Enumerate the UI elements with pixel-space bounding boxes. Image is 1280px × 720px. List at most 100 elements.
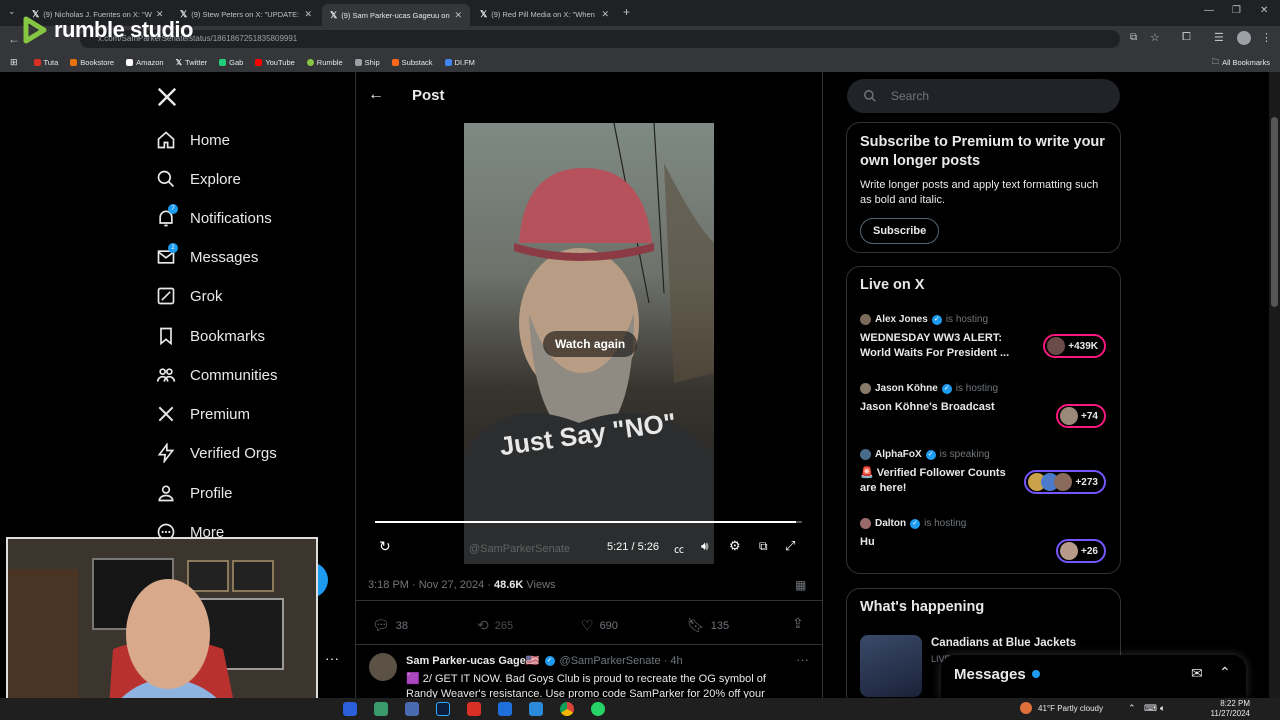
scrollbar-thumb[interactable] xyxy=(1271,117,1278,307)
nav-messages[interactable]: 2 Messages xyxy=(156,243,258,267)
tab-4[interactable]: 𝕏 (9) Red Pill Media on X: "When ✕ xyxy=(472,4,617,24)
host-name: Jason Köhne xyxy=(875,383,938,394)
live-listeners-pill[interactable]: +439K xyxy=(1043,334,1106,358)
minimize-icon[interactable]: — xyxy=(1204,5,1214,16)
account-more-icon[interactable]: ··· xyxy=(325,650,339,666)
live-on-x-card: Live on X Alex Jones ✓ is hosting WEDNESDA… xyxy=(846,266,1121,574)
unread-dot xyxy=(1032,670,1040,678)
like-action[interactable]: ♡ 690 xyxy=(581,617,618,634)
trend-image[interactable] xyxy=(860,635,922,697)
bookmark-gab[interactable]: Gab xyxy=(219,58,243,67)
messages-drawer[interactable]: Messages ✉ ⌃ xyxy=(941,655,1246,698)
repost-action[interactable]: ⟲ 265 xyxy=(477,617,513,634)
x-logo-icon[interactable] xyxy=(156,86,178,108)
bell-icon-wrap: 7 xyxy=(156,204,178,228)
bookmark-difm[interactable]: DI.FM xyxy=(444,58,475,67)
live-listeners-pill[interactable]: +74 xyxy=(1056,404,1106,428)
speaker-icon[interactable]: 🔈︎ xyxy=(1160,703,1165,714)
scrollbar[interactable] xyxy=(1269,72,1280,698)
photoshop-icon[interactable] xyxy=(436,702,450,716)
replay-icon[interactable]: ↻ xyxy=(379,538,391,555)
new-tab-icon[interactable]: + xyxy=(623,5,630,19)
close-icon[interactable]: ✕ xyxy=(454,10,462,21)
maximize-icon[interactable]: ❐ xyxy=(1232,5,1241,16)
bookmark-bookstore[interactable]: Bookstore xyxy=(70,58,114,67)
star-icon[interactable]: ☆ xyxy=(1150,31,1160,44)
app-icon[interactable] xyxy=(374,702,388,716)
bookmark-tuta[interactable]: Tuta xyxy=(33,58,58,67)
app-icon[interactable] xyxy=(529,702,543,716)
nav-verified-orgs[interactable]: Verified Orgs xyxy=(156,443,277,463)
nav-explore[interactable]: Explore xyxy=(156,169,241,189)
bookmark-youtube[interactable]: YouTube xyxy=(255,58,295,67)
nav-home[interactable]: Home xyxy=(156,130,230,150)
browser-menu-icon[interactable]: ⋮ xyxy=(1261,31,1272,44)
difm-icon xyxy=(444,58,452,66)
tab-list-icon[interactable]: ⌄ xyxy=(8,6,16,17)
video-progress-track[interactable] xyxy=(375,521,802,523)
tab-title: (9) Stew Peters on X: "UPDATE: xyxy=(191,9,300,19)
nav-grok[interactable]: Grok xyxy=(156,286,223,306)
rumble-icon xyxy=(306,58,314,66)
live-listeners-pill[interactable]: +26 xyxy=(1056,539,1106,563)
bookmark-ship[interactable]: Ship xyxy=(354,58,380,67)
apps-icon[interactable]: ⊞ xyxy=(10,57,18,68)
tab-3-active[interactable]: 𝕏 (9) Sam Parker-ucas Gageuu on ✕ xyxy=(322,4,470,26)
app-icon[interactable] xyxy=(467,702,481,716)
whatsapp-icon[interactable] xyxy=(591,702,605,716)
weather-text[interactable]: 41°F Partly cloudy xyxy=(1038,704,1103,713)
omnibox[interactable]: x.com/SamParkerSenate/status/18618672518… xyxy=(80,30,1120,48)
more-options-icon[interactable]: ··· xyxy=(796,652,809,667)
profile-avatar-icon[interactable] xyxy=(1237,31,1251,45)
network-icon[interactable]: ⌨ xyxy=(1144,703,1157,714)
pip-icon[interactable]: ⧉ xyxy=(759,539,768,554)
explorer-icon[interactable] xyxy=(343,702,357,716)
nav-premium[interactable]: Premium xyxy=(156,404,250,424)
bookmark-amazon[interactable]: Amazon xyxy=(126,58,164,67)
repost-icon: ⟲ xyxy=(477,617,489,633)
reply-author-name[interactable]: Sam Parker-ucas Gage🇺🇸 xyxy=(406,654,540,667)
bookmark-rumble[interactable]: Rumble xyxy=(306,58,343,67)
window-close-icon[interactable]: ✕ xyxy=(1260,5,1268,16)
bookmark-action[interactable]: 🔖︎ 135 xyxy=(687,617,729,634)
clock[interactable]: 8:22 PM 11/27/2024 xyxy=(1210,699,1250,719)
reading-list-icon[interactable]: ☰ xyxy=(1214,31,1224,44)
subscribe-button[interactable]: Subscribe xyxy=(860,218,940,244)
tab-2[interactable]: 𝕏 (9) Stew Peters on X: "UPDATE: ✕ xyxy=(172,4,320,24)
tray-chevron-icon[interactable]: ⌃ xyxy=(1128,703,1136,714)
app-icon[interactable] xyxy=(498,702,512,716)
search-input[interactable]: Search xyxy=(847,79,1120,113)
live-listeners-pill[interactable]: +273 xyxy=(1024,470,1106,494)
share-icon[interactable]: ⇪ xyxy=(792,615,804,632)
live-row-title: Jason Köhne's Broadcast xyxy=(860,401,995,413)
close-icon[interactable]: ✕ xyxy=(601,9,609,20)
app-icon[interactable] xyxy=(405,702,419,716)
compose-message-icon[interactable]: ✉ xyxy=(1191,665,1203,682)
volume-icon[interactable]: 🔊︎ xyxy=(701,539,709,554)
captions-icon[interactable]: ㏄ xyxy=(674,541,684,556)
watch-again-button[interactable]: Watch again xyxy=(543,331,638,357)
live-host: Dalton ✓ is hosting xyxy=(860,518,1110,529)
cast-icon[interactable]: ⧉ xyxy=(1130,32,1137,43)
live-host: Jason Köhne ✓ is hosting xyxy=(860,383,1110,394)
chrome-icon[interactable] xyxy=(560,702,574,716)
extensions-icon[interactable]: ⧠ xyxy=(1182,31,1191,44)
nav-bookmarks[interactable]: Bookmarks xyxy=(156,326,265,346)
avatar[interactable] xyxy=(369,653,397,681)
back-icon[interactable]: ← xyxy=(8,32,20,46)
settings-gear-icon[interactable]: ⚙ xyxy=(729,538,741,554)
video-player[interactable]: Just Say "NO" Watch again ↻ @SamParkerSe… xyxy=(369,123,810,564)
bookmark-substack[interactable]: Substack xyxy=(391,58,433,67)
reply-action[interactable]: 💬︎ 38 xyxy=(372,617,408,634)
back-arrow-icon[interactable]: ← xyxy=(368,86,384,104)
nav-communities[interactable]: Communities xyxy=(156,365,278,385)
expand-chevron-icon[interactable]: ⌃ xyxy=(1219,664,1231,681)
all-bookmarks[interactable]: 🗀 All Bookmarks xyxy=(1212,56,1270,69)
nav-notifications[interactable]: 7 Notifications xyxy=(156,204,272,228)
trend-title[interactable]: Canadians at Blue Jackets xyxy=(931,637,1076,649)
analytics-icon[interactable]: ▦ xyxy=(795,578,806,592)
bookmark-twitter[interactable]: 𝕏 Twitter xyxy=(176,58,208,67)
nav-profile[interactable]: Profile xyxy=(156,483,233,503)
close-icon[interactable]: ✕ xyxy=(304,9,312,20)
fullscreen-icon[interactable]: ⤢ xyxy=(785,538,795,554)
